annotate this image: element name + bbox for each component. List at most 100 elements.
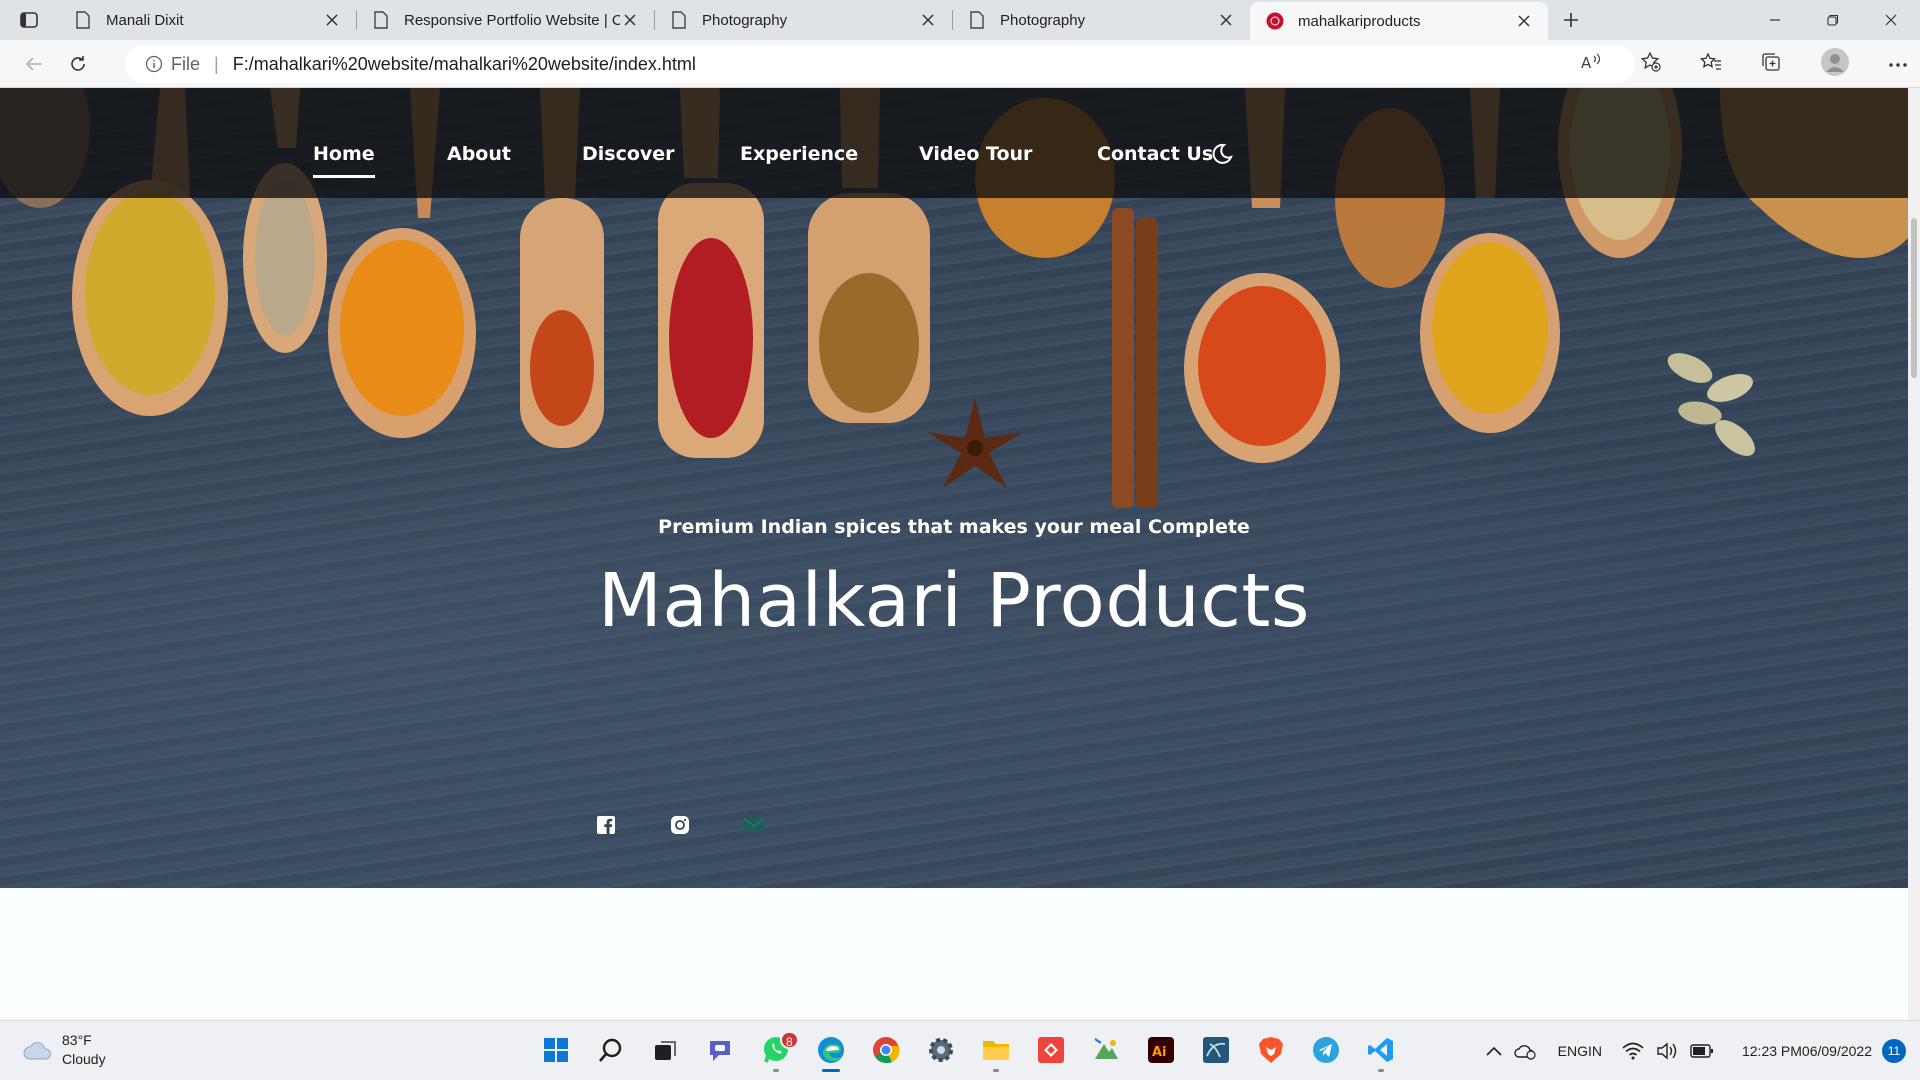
browser-tab-strip: Manali Dixit Responsive Portfolio Websit… [0, 0, 1920, 40]
nav-link-discover[interactable]: Discover [582, 143, 675, 165]
language-region: IN [1587, 1042, 1602, 1059]
add-favorite-icon[interactable] [1640, 50, 1662, 78]
weather-temperature: 83°F [62, 1032, 92, 1048]
new-tab-button[interactable] [1548, 0, 1594, 40]
favorites-icon[interactable] [1699, 51, 1722, 78]
weather-condition: Cloudy [62, 1051, 106, 1067]
close-tab-icon[interactable] [322, 10, 342, 30]
mysql-workbench-app[interactable] [1188, 1027, 1243, 1073]
nav-link-experience[interactable]: Experience [740, 143, 858, 165]
active-app-indicator [821, 1069, 840, 1072]
running-indicator [992, 1069, 999, 1072]
hero-tagline: Premium Indian spices that makes your me… [658, 516, 1250, 538]
teams-chat-app[interactable] [693, 1027, 748, 1073]
browser-tab[interactable]: Responsive Portfolio Website | C [356, 0, 654, 40]
anydesk-app[interactable] [1023, 1027, 1078, 1073]
restore-icon [1827, 14, 1839, 26]
profile-avatar-icon[interactable] [1820, 47, 1850, 82]
tab-title: Photography [702, 11, 788, 29]
tabstrip-drag-area[interactable] [1594, 0, 1746, 40]
search-button[interactable] [583, 1027, 638, 1073]
page-icon [968, 11, 986, 29]
page-viewport: Home About Discover Experience Video Tou… [0, 88, 1908, 1020]
hero-title: Mahalkari Products [598, 558, 1310, 644]
task-view-button[interactable] [638, 1027, 693, 1073]
windows-taskbar: 83°F Cloudy 8 Ai ENG IN 12:23 PM 06/09/2… [0, 1020, 1920, 1080]
browser-tab[interactable]: Photography [654, 0, 952, 40]
photos-app[interactable] [1078, 1027, 1133, 1073]
url-separator: | [214, 53, 219, 74]
collections-icon[interactable] [1760, 51, 1782, 78]
chat-icon [709, 1041, 730, 1061]
nav-link-contact-us[interactable]: Contact Us [1097, 143, 1213, 165]
svg-text:Ai: Ai [1152, 1045, 1167, 1060]
start-button[interactable] [528, 1027, 583, 1073]
browser-tab[interactable]: Photography [952, 0, 1250, 40]
running-indicator [1377, 1069, 1384, 1072]
site-favicon-icon [1266, 12, 1284, 30]
clock[interactable]: 12:23 PM 06/09/2022 [1742, 1042, 1872, 1061]
brave-app[interactable] [1243, 1027, 1298, 1073]
moon-icon[interactable] [1209, 141, 1235, 167]
telegram-icon [1312, 1037, 1339, 1063]
close-tab-icon[interactable] [620, 10, 640, 30]
minimize-icon [1770, 19, 1780, 21]
battery-icon[interactable] [1690, 1044, 1714, 1058]
browser-tab[interactable]: Manali Dixit [58, 0, 356, 40]
wifi-icon[interactable] [1622, 1042, 1644, 1060]
back-button[interactable] [12, 44, 56, 84]
file-explorer-app[interactable] [968, 1027, 1023, 1073]
close-window-button[interactable] [1862, 0, 1920, 40]
telegram-app[interactable] [1298, 1027, 1353, 1073]
close-tab-icon[interactable] [1514, 11, 1534, 31]
volume-icon[interactable] [1656, 1042, 1678, 1060]
chevron-up-icon[interactable] [1486, 1046, 1502, 1056]
illustrator-icon: Ai [1147, 1037, 1174, 1063]
read-aloud-icon[interactable]: A [1580, 52, 1602, 77]
clock-date: 06/09/2022 [1801, 1042, 1872, 1059]
close-tab-icon[interactable] [1216, 10, 1236, 30]
page-icon [74, 11, 92, 29]
email-icon[interactable] [743, 814, 765, 836]
minimize-button[interactable] [1746, 0, 1804, 40]
url-text[interactable]: F:/mahalkari%20website/mahalkari%20websi… [233, 54, 696, 75]
weather-text: 83°F Cloudy [62, 1031, 106, 1069]
info-icon[interactable] [145, 55, 163, 73]
nav-link-home[interactable]: Home [313, 143, 375, 178]
chrome-app[interactable] [858, 1027, 913, 1073]
edge-app[interactable] [803, 1027, 858, 1073]
language-code: ENG [1557, 1042, 1588, 1059]
browser-tab-active[interactable]: mahalkariproducts [1250, 2, 1548, 40]
whatsapp-app[interactable]: 8 [748, 1027, 803, 1073]
settings-app[interactable] [913, 1027, 968, 1073]
running-indicator [772, 1069, 779, 1072]
notification-count-badge[interactable]: 11 [1882, 1039, 1906, 1063]
nav-link-video-tour[interactable]: Video Tour [919, 143, 1032, 165]
more-options-icon[interactable] [1888, 55, 1908, 73]
language-indicator[interactable]: ENG IN [1558, 1042, 1602, 1061]
photos-icon [1093, 1038, 1118, 1059]
nav-link-about[interactable]: About [447, 143, 511, 165]
cloud-icon [23, 1042, 52, 1060]
scrollbar-thumb[interactable] [1911, 218, 1917, 378]
page-scrollbar[interactable] [1908, 88, 1920, 1020]
address-bar[interactable]: File | F:/mahalkari%20website/mahalkari%… [125, 45, 1635, 83]
tab-actions-button[interactable] [0, 0, 58, 40]
toolbar-right-group: A [1580, 44, 1908, 84]
refresh-button[interactable] [56, 44, 100, 84]
plus-icon [1564, 13, 1578, 27]
onedrive-icon[interactable] [1513, 1042, 1538, 1060]
system-tray: ENG IN 12:23 PM 06/09/2022 11 [1474, 1029, 1906, 1073]
site-navbar: Home About Discover Experience Video Tou… [0, 88, 1908, 198]
restore-button[interactable] [1804, 0, 1862, 40]
taskbar-apps: 8 Ai [528, 1027, 1408, 1073]
vscode-app[interactable] [1353, 1027, 1408, 1073]
whatsapp-notification-badge: 8 [780, 1031, 799, 1049]
weather-widget[interactable]: 83°F Cloudy [22, 1031, 106, 1069]
illustrator-app[interactable]: Ai [1133, 1027, 1188, 1073]
close-tab-icon[interactable] [918, 10, 938, 30]
task-view-icon [654, 1041, 676, 1060]
facebook-icon[interactable] [595, 814, 617, 836]
instagram-icon[interactable] [669, 814, 691, 836]
tab-title: Photography [1000, 11, 1086, 29]
